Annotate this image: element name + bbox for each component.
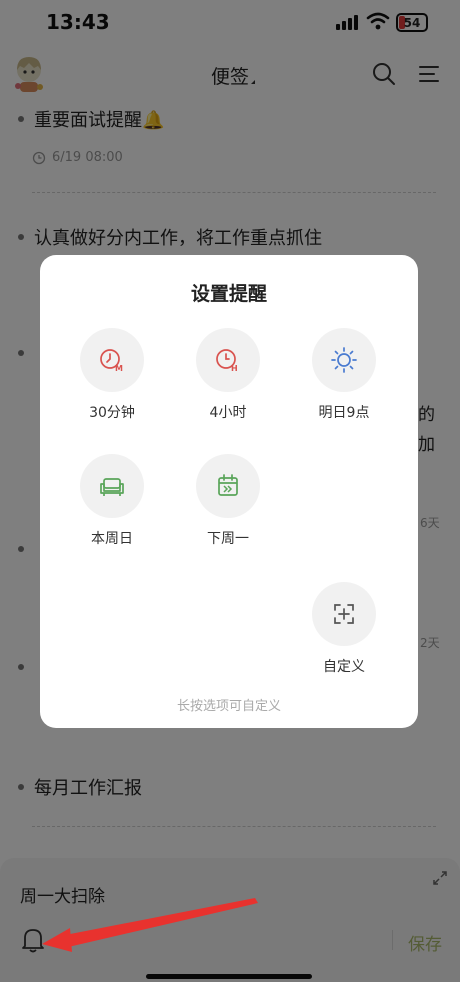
dialog-hint: 长按选项可自定义 bbox=[176, 699, 281, 714]
clock-m-icon: M bbox=[100, 349, 123, 373]
sofa-icon bbox=[100, 478, 124, 496]
clock-h-icon: H bbox=[216, 349, 238, 373]
calendar-next-icon bbox=[218, 474, 238, 496]
option-this-sunday[interactable]: 本周日 bbox=[57, 454, 167, 548]
option-label: 明日9点 bbox=[318, 405, 370, 421]
sun-icon bbox=[331, 347, 357, 373]
option-custom[interactable]: 自定义 bbox=[289, 582, 399, 676]
option-tomorrow-9[interactable]: 明日9点 bbox=[289, 328, 399, 422]
svg-text:M: M bbox=[115, 364, 123, 373]
option-label: 本周日 bbox=[91, 531, 133, 547]
reminder-dialog: 设置提醒 M 30分钟 H 4小时 明日9点 本周日 下周一 自定义 长按选项可… bbox=[40, 255, 418, 728]
option-30-minutes[interactable]: M 30分钟 bbox=[57, 328, 167, 422]
option-next-monday[interactable]: 下周一 bbox=[173, 454, 283, 548]
custom-plus-icon bbox=[334, 604, 354, 624]
option-label: 下周一 bbox=[207, 531, 249, 547]
option-label: 自定义 bbox=[323, 659, 365, 675]
svg-text:H: H bbox=[231, 364, 238, 373]
dialog-title: 设置提醒 bbox=[190, 283, 267, 305]
option-4-hours[interactable]: H 4小时 bbox=[173, 328, 283, 422]
battery-level: 54 bbox=[403, 15, 421, 30]
option-label: 30分钟 bbox=[89, 405, 135, 421]
option-label: 4小时 bbox=[209, 405, 247, 421]
